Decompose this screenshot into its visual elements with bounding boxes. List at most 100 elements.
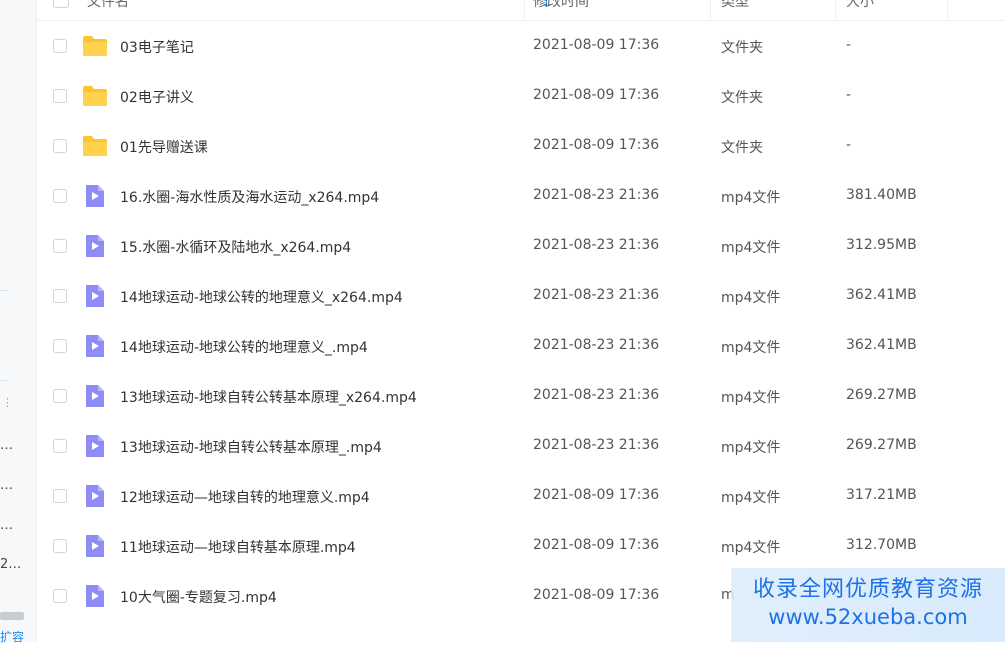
- row-checkbox[interactable]: [53, 289, 67, 303]
- file-row[interactable]: 01先导赠送课 2021-08-09 17:36 文件夹 -: [37, 122, 1005, 172]
- row-checkbox[interactable]: [53, 489, 67, 503]
- file-modified-time: 2021-08-23 21:36: [533, 437, 660, 453]
- sidebar-item-truncated[interactable]: …: [0, 518, 13, 533]
- file-type: mp4文件: [721, 190, 781, 206]
- file-size: 362.41MB: [846, 287, 917, 303]
- column-divider: [835, 0, 836, 20]
- file-size: 269.27MB: [846, 437, 917, 453]
- file-size: 269.27MB: [846, 387, 917, 403]
- file-name[interactable]: 11地球运动—地球自转基本原理.mp4: [120, 537, 356, 557]
- file-type: mp4文件: [721, 390, 781, 406]
- row-checkbox[interactable]: [53, 439, 67, 453]
- file-name[interactable]: 14地球运动-地球公转的地理意义_.mp4: [120, 337, 368, 357]
- column-header-modified[interactable]: 修改时间: [533, 0, 589, 11]
- file-name[interactable]: 01先导赠送课: [120, 137, 208, 157]
- file-type: mp4文件: [721, 240, 781, 256]
- file-name[interactable]: 10大气圈-专题复习.mp4: [120, 587, 277, 607]
- file-modified-time: 2021-08-09 17:36: [533, 137, 660, 153]
- folder-icon: [83, 135, 107, 157]
- select-all-checkbox[interactable]: [53, 0, 69, 8]
- expand-storage-link[interactable]: 扩容: [0, 628, 24, 645]
- column-header-type[interactable]: 类型: [721, 0, 749, 11]
- video-file-icon: [83, 285, 107, 307]
- file-row[interactable]: 16.水圈-海水性质及海水运动_x264.mp4 2021-08-23 21:36…: [37, 172, 1005, 222]
- sidebar-item-truncated[interactable]: …: [0, 478, 13, 493]
- row-checkbox[interactable]: [53, 389, 67, 403]
- column-divider: [524, 0, 525, 20]
- watermark-slogan: 收录全网优质教育资源: [752, 577, 983, 602]
- sidebar-item-truncated[interactable]: 2…: [0, 557, 21, 572]
- file-type: 文件夹: [721, 40, 763, 56]
- file-type: mp4文件: [721, 490, 781, 506]
- column-header-name[interactable]: 文件名: [87, 0, 129, 11]
- file-type: 文件夹: [721, 90, 763, 106]
- file-row[interactable]: 12地球运动—地球自转的地理意义.mp4 2021-08-09 17:36 mp4文…: [37, 472, 1005, 522]
- video-file-icon: [83, 335, 107, 357]
- sidebar-item-truncated[interactable]: …: [0, 438, 13, 453]
- file-modified-time: 2021-08-09 17:36: [533, 537, 660, 553]
- file-type: mp4文件: [721, 340, 781, 356]
- file-row[interactable]: 11地球运动—地球自转基本原理.mp4 2021-08-09 17:36 mp4文件…: [37, 522, 1005, 572]
- video-file-icon: [83, 385, 107, 407]
- file-name[interactable]: 12地球运动—地球自转的地理意义.mp4: [120, 487, 370, 507]
- file-list-header: 文件名 ↓ 修改时间 类型 大小: [37, 0, 1005, 21]
- file-size: 312.95MB: [846, 237, 917, 253]
- folder-icon: [83, 85, 107, 107]
- file-type: mp4文件: [721, 540, 781, 556]
- file-size: -: [846, 37, 852, 53]
- file-name[interactable]: 13地球运动-地球自转公转基本原理_.mp4: [120, 437, 382, 457]
- file-row[interactable]: 13地球运动-地球自转公转基本原理_x264.mp4 2021-08-23 21:…: [37, 372, 1005, 422]
- file-modified-time: 2021-08-09 17:36: [533, 587, 660, 603]
- video-file-icon: [83, 235, 107, 257]
- column-divider: [710, 0, 711, 20]
- file-modified-time: 2021-08-23 21:36: [533, 387, 660, 403]
- file-row[interactable]: 14地球运动-地球公转的地理意义_.mp4 2021-08-23 21:36 mp4…: [37, 322, 1005, 372]
- file-modified-time: 2021-08-23 21:36: [533, 337, 660, 353]
- file-row[interactable]: 13地球运动-地球自转公转基本原理_.mp4 2021-08-23 21:36 mp…: [37, 422, 1005, 472]
- video-file-icon: [83, 585, 107, 607]
- video-file-icon: [83, 485, 107, 507]
- file-name[interactable]: 03电子笔记: [120, 37, 194, 57]
- file-type: 文件夹: [721, 140, 763, 156]
- file-list: 03电子笔记 2021-08-09 17:36 文件夹 - 02电子讲义 2021-08-…: [37, 22, 1005, 622]
- file-modified-time: 2021-08-09 17:36: [533, 487, 660, 503]
- file-size: 317.21MB: [846, 487, 917, 503]
- row-checkbox[interactable]: [53, 89, 67, 103]
- file-modified-time: 2021-08-09 17:36: [533, 37, 660, 53]
- storage-usage-bar: [0, 612, 24, 620]
- file-name[interactable]: 02电子讲义: [120, 87, 194, 107]
- file-row[interactable]: 14地球运动-地球公转的地理意义_x264.mp4 2021-08-23 21:3…: [37, 272, 1005, 322]
- row-checkbox[interactable]: [53, 539, 67, 553]
- row-checkbox[interactable]: [53, 39, 67, 53]
- sidebar-divider: [0, 380, 8, 381]
- file-modified-time: 2021-08-09 17:36: [533, 87, 660, 103]
- file-name[interactable]: 15.水圈-水循环及陆地水_x264.mp4: [120, 237, 351, 257]
- row-checkbox[interactable]: [53, 239, 67, 253]
- file-size: 362.41MB: [846, 337, 917, 353]
- file-type: mp4文件: [721, 440, 781, 456]
- file-name[interactable]: 16.水圈-海水性质及海水运动_x264.mp4: [120, 187, 379, 207]
- file-row[interactable]: 03电子笔记 2021-08-09 17:36 文件夹 -: [37, 22, 1005, 72]
- row-checkbox[interactable]: [53, 139, 67, 153]
- drag-handle-icon[interactable]: ⋮: [2, 396, 13, 409]
- sidebar: ⋮ … … … 2… 扩容: [0, 0, 37, 645]
- file-modified-time: 2021-08-23 21:36: [533, 187, 660, 203]
- column-header-size[interactable]: 大小: [846, 0, 874, 11]
- file-row[interactable]: 02电子讲义 2021-08-09 17:36 文件夹 -: [37, 72, 1005, 122]
- file-row[interactable]: 15.水圈-水循环及陆地水_x264.mp4 2021-08-23 21:36 mp…: [37, 222, 1005, 272]
- column-divider: [947, 0, 948, 20]
- sidebar-divider: [0, 290, 8, 291]
- file-size: -: [846, 87, 852, 103]
- row-checkbox[interactable]: [53, 189, 67, 203]
- row-checkbox[interactable]: [53, 589, 67, 603]
- watermark-banner: 收录全网优质教育资源 www.52xueba.com: [731, 568, 1005, 642]
- row-checkbox[interactable]: [53, 339, 67, 353]
- video-file-icon: [83, 185, 107, 207]
- watermark-url: www.52xueba.com: [768, 605, 968, 629]
- file-size: -: [846, 137, 852, 153]
- file-modified-time: 2021-08-23 21:36: [533, 237, 660, 253]
- video-file-icon: [83, 535, 107, 557]
- video-file-icon: [83, 435, 107, 457]
- file-name[interactable]: 14地球运动-地球公转的地理意义_x264.mp4: [120, 287, 403, 307]
- file-name[interactable]: 13地球运动-地球自转公转基本原理_x264.mp4: [120, 387, 417, 407]
